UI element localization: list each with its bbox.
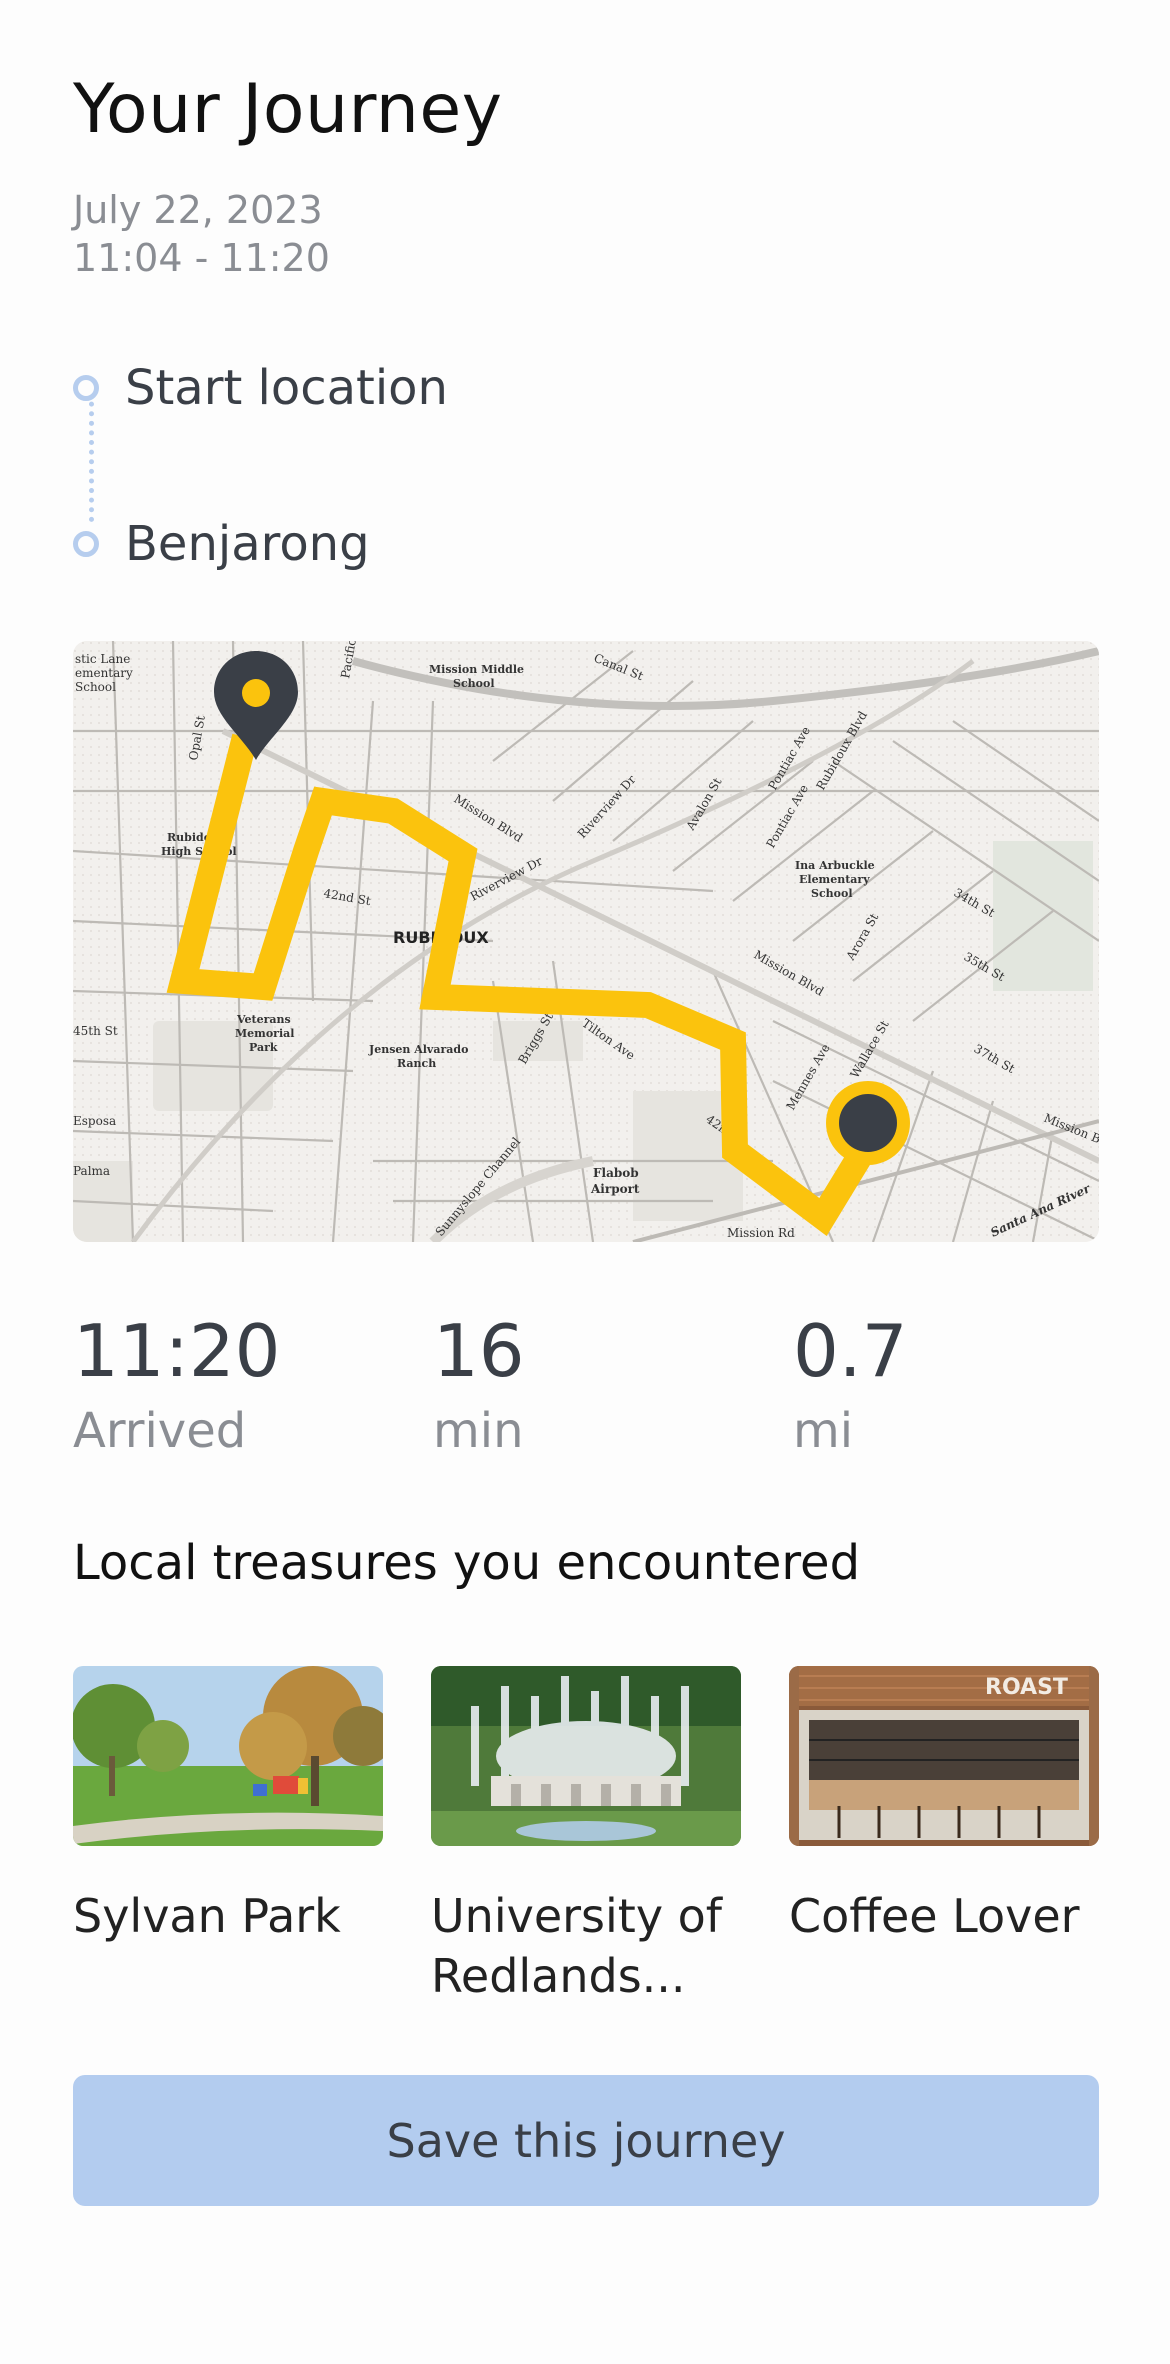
svg-text:Palma: Palma [73,1164,110,1178]
svg-text:School: School [75,680,116,694]
svg-text:Flabob: Flabob [593,1166,639,1180]
svg-text:Esposa: Esposa [73,1114,116,1128]
svg-text:stic Lane: stic Lane [75,652,130,666]
journey-map[interactable]: stic Lane ementary School Mission Middle… [73,641,1099,1242]
page-title: Your Journey [73,70,503,149]
route-start-label: Start location [125,360,448,416]
destination-marker-icon[interactable] [826,1081,910,1165]
svg-text:Ranch: Ranch [397,1057,436,1070]
treasures-list: Sylvan Park University of Redlands... RO… [73,1666,1099,2006]
svg-text:Jensen Alvarado: Jensen Alvarado [368,1043,468,1056]
svg-text:Park: Park [249,1041,278,1054]
treasure-card-university-of-redlands[interactable]: University of Redlands... [431,1666,741,2006]
svg-text:Ina Arbuckle: Ina Arbuckle [795,859,875,872]
svg-text:ementary: ementary [75,666,133,680]
route-summary: Start location Benjarong [73,360,673,572]
journey-stats: 11:20 Arrived 16 min 0.7 mi [73,1315,1099,1465]
stat-duration-unit: min [433,1403,524,1459]
journey-time-range: 11:04 - 11:20 [73,236,330,280]
stat-distance-value: 0.7 [793,1309,908,1393]
svg-text:Memorial: Memorial [235,1027,294,1040]
stat-arrival: 11:20 Arrived [73,1315,281,1459]
fountain-photo [431,1666,741,1846]
stat-distance: 0.7 mi [793,1315,908,1459]
route-start: Start location [73,360,448,416]
svg-text:School: School [811,887,853,900]
route-end-label: Benjarong [125,516,370,572]
cafe-sign-text: ROAST [985,1675,1068,1700]
cafe-photo: ROAST [789,1666,1099,1846]
start-circle-icon [73,375,99,401]
journey-date: July 22, 2023 [73,188,323,232]
stat-distance-unit: mi [793,1403,854,1459]
stat-arrival-label: Arrived [73,1403,247,1459]
park-photo [73,1666,383,1846]
stat-duration-value: 16 [433,1309,525,1393]
svg-text:Veterans: Veterans [236,1013,291,1026]
end-circle-icon [73,531,99,557]
stat-duration: 16 min [433,1315,525,1459]
treasures-heading: Local treasures you encountered [73,1535,861,1591]
treasure-name: University of Redlands... [431,1889,723,2003]
svg-text:Elementary: Elementary [799,873,870,886]
treasure-name: Coffee Lover [789,1889,1080,1943]
treasure-card-sylvan-park[interactable]: Sylvan Park [73,1666,383,1946]
svg-text:Airport: Airport [590,1182,640,1196]
stat-arrival-value: 11:20 [73,1309,281,1393]
save-journey-button[interactable]: Save this journey [73,2075,1099,2206]
route-end: Benjarong [73,516,370,572]
svg-text:Mission Rd: Mission Rd [727,1226,795,1240]
treasure-card-coffee-lover[interactable]: ROAST Coffee Lover [789,1666,1099,1946]
svg-text:Mission Middle: Mission Middle [429,663,524,676]
treasure-name: Sylvan Park [73,1889,341,1943]
svg-text:45th St: 45th St [73,1024,118,1038]
svg-text:School: School [453,677,495,690]
